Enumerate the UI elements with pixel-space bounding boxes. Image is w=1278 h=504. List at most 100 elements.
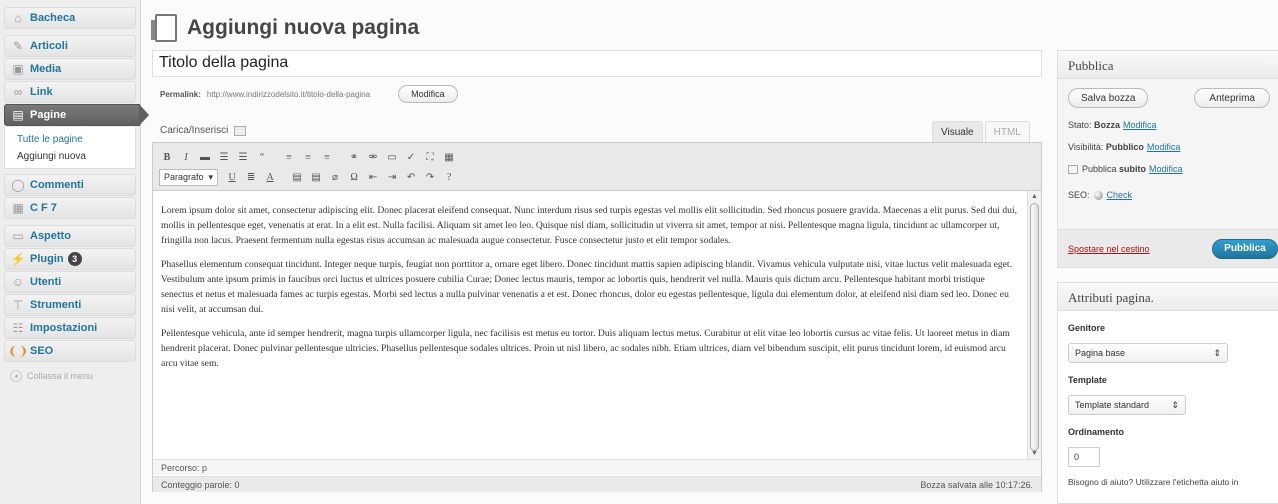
editor-body[interactable]: Lorem ipsum dolor sit amet, consectetur … <box>153 191 1027 459</box>
parent-label: Genitore <box>1068 323 1106 333</box>
sidebar-item-bacheca[interactable]: ⌂ Bacheca <box>4 7 136 29</box>
undo-icon[interactable]: ↶ <box>403 169 419 185</box>
sidebar-item-label: Pagine <box>30 109 67 121</box>
users-icon: ☺ <box>11 275 25 289</box>
sidebar-item-strumenti[interactable]: ⊤ Strumenti <box>4 294 136 316</box>
more-tag-icon[interactable]: ▭ <box>384 149 400 165</box>
sidebar-item-impostazioni[interactable]: ☷ Impostazioni <box>4 317 136 339</box>
paste-text-icon[interactable]: ▤ <box>289 169 305 185</box>
scroll-up-icon[interactable]: ▲ <box>1031 193 1038 200</box>
edit-status-link[interactable]: Modifica <box>1123 120 1157 130</box>
sidebar-item-label: Aspetto <box>30 230 71 242</box>
tab-visuale[interactable]: Visuale <box>932 121 983 142</box>
italic-icon[interactable]: I <box>178 149 194 165</box>
comment-icon: ◯ <box>11 178 25 192</box>
paste-word-icon[interactable]: ▤ <box>308 169 324 185</box>
bold-icon[interactable]: B <box>159 149 175 165</box>
sidebar-item-aspetto[interactable]: ▭ Aspetto <box>4 225 136 247</box>
seo-line: SEO: Check <box>1058 190 1278 200</box>
submenu-add-new[interactable]: Aggiungi nuova <box>17 148 135 165</box>
scroll-thumb[interactable] <box>1030 203 1039 451</box>
add-media-icon[interactable] <box>234 125 247 136</box>
indent-icon[interactable]: ⇥ <box>384 169 400 185</box>
redo-icon[interactable]: ↷ <box>422 169 438 185</box>
editor-scrollbar[interactable]: ▲ ▼ <box>1027 191 1041 459</box>
order-input[interactable]: 0 <box>1068 447 1100 467</box>
sidebar-item-label: Commenti <box>30 179 84 191</box>
pin-icon: ✎ <box>12 39 24 53</box>
template-select-value: Template standard <box>1075 400 1150 410</box>
status-label: Stato: <box>1068 120 1092 130</box>
spellcheck-icon[interactable]: ✓ <box>403 149 419 165</box>
edit-permalink-button[interactable]: Modifica <box>398 85 458 103</box>
parent-select-value: Pagina base <box>1075 348 1126 358</box>
sidebar-item-pagine[interactable]: ▤ Pagine <box>4 104 149 126</box>
template-select[interactable]: Template standard ⇕ <box>1068 395 1186 415</box>
tab-html[interactable]: HTML <box>984 121 1030 142</box>
fullscreen-icon[interactable]: ⛶ <box>422 149 438 165</box>
upload-insert[interactable]: Carica/Inserisci <box>160 125 247 136</box>
underline-icon[interactable]: U <box>224 169 240 185</box>
insert-link-icon[interactable]: ⚭ <box>346 149 362 165</box>
publish-box: Pubblica Salva bozza Anteprima Stato: Bo… <box>1057 50 1278 268</box>
strikethrough-icon[interactable]: ▬ <box>197 149 213 165</box>
permalink-row: Permalink: http://www.indirizzodelsito.i… <box>160 85 458 103</box>
bullet-list-icon[interactable]: ☰ <box>216 149 232 165</box>
sidebar-item-articoli[interactable]: ✎ Articoli <box>4 35 136 57</box>
preview-button[interactable]: Anteprima <box>1194 88 1270 108</box>
edit-visibility-link[interactable]: Modifica <box>1147 142 1181 152</box>
edit-date-link[interactable]: Modifica <box>1149 164 1183 174</box>
page-header: Aggiungi nuova pagina <box>151 14 420 42</box>
sidebar-item-media[interactable]: ▣ Media <box>4 58 136 80</box>
page-title-input[interactable]: Titolo della pagina <box>152 50 1042 77</box>
autosave-status: Bozza salvata alle 10:17:26. <box>920 480 1033 490</box>
status-value: Bozza <box>1094 120 1121 130</box>
permalink-url[interactable]: http://www.indirizzodelsito.it/titolo-de… <box>207 90 370 99</box>
publish-button[interactable]: Pubblica <box>1212 238 1278 259</box>
page-title: Aggiungi nuova pagina <box>187 16 420 39</box>
sidebar-item-label: Utenti <box>30 276 62 288</box>
kitchen-sink-icon[interactable]: ▦ <box>441 149 457 165</box>
align-left-icon[interactable]: ≡ <box>281 149 297 165</box>
parent-select[interactable]: Pagina base ⇕ <box>1068 343 1228 363</box>
unlink-icon[interactable]: ⚮ <box>365 149 381 165</box>
submenu-all-pages[interactable]: Tutte le pagine <box>17 131 135 148</box>
blockquote-icon[interactable]: “ <box>254 149 270 165</box>
special-char-icon[interactable]: Ω <box>346 169 362 185</box>
sidebar-item-link[interactable]: ∞ Link <box>4 81 136 103</box>
help-icon[interactable]: ? <box>441 169 457 185</box>
justify-icon[interactable]: ≣ <box>243 169 259 185</box>
seo-label: SEO: <box>1068 190 1090 200</box>
page-attributes-box: Attributi pagina. Genitore Pagina base ⇕… <box>1057 282 1278 504</box>
sidebar-item-label: Impostazioni <box>30 322 98 334</box>
sidebar-item-plugin[interactable]: ⚡ Plugin 3 <box>4 248 136 270</box>
numbered-list-icon[interactable]: ☰ <box>235 149 251 165</box>
move-to-trash-link[interactable]: Spostare nel cestino <box>1068 244 1150 254</box>
align-center-icon[interactable]: ≡ <box>300 149 316 165</box>
form-icon: ▦ <box>12 201 24 215</box>
scroll-down-icon[interactable]: ▼ <box>1031 450 1038 457</box>
text-color-icon[interactable]: A <box>262 169 278 185</box>
sidebar-item-cf7[interactable]: ▦ C F 7 <box>4 197 136 219</box>
outdent-icon[interactable]: ⇤ <box>365 169 381 185</box>
status-line: Stato: Bozza Modifica <box>1058 120 1278 130</box>
admin-sidebar: ⌂ Bacheca ✎ Articoli ▣ Media ∞ Link ▤ Pagine … <box>0 0 149 504</box>
sidebar-item-label: Bacheca <box>30 12 76 24</box>
sidebar-item-label: C F 7 <box>30 202 57 214</box>
publish-date-label: Pubblica <box>1082 164 1117 174</box>
align-right-icon[interactable]: ≡ <box>319 149 335 165</box>
page-attributes-title: Attributi pagina. <box>1058 283 1278 311</box>
sidebar-item-seo[interactable]: ❨❩ SEO <box>4 340 136 362</box>
select-arrows-icon: ⇕ <box>1171 399 1179 410</box>
pages-icon <box>151 14 177 42</box>
save-draft-button[interactable]: Salva bozza <box>1068 88 1149 108</box>
status-bar: Conteggio parole: 0 Bozza salvata alle 1… <box>153 476 1041 492</box>
format-select[interactable]: Paragrafo ▾ <box>159 168 219 186</box>
collapse-menu-label: Collassa il menu <box>27 371 94 381</box>
collapse-menu[interactable]: ◂ Collassa il menu <box>10 370 140 382</box>
pages-icon: ▤ <box>12 108 24 122</box>
remove-format-icon[interactable]: ⌀ <box>327 169 343 185</box>
sidebar-item-utenti[interactable]: ☺ Utenti <box>4 271 136 293</box>
sidebar-item-commenti[interactable]: ◯ Commenti <box>4 174 136 196</box>
seo-check-link[interactable]: Check <box>1107 190 1133 200</box>
